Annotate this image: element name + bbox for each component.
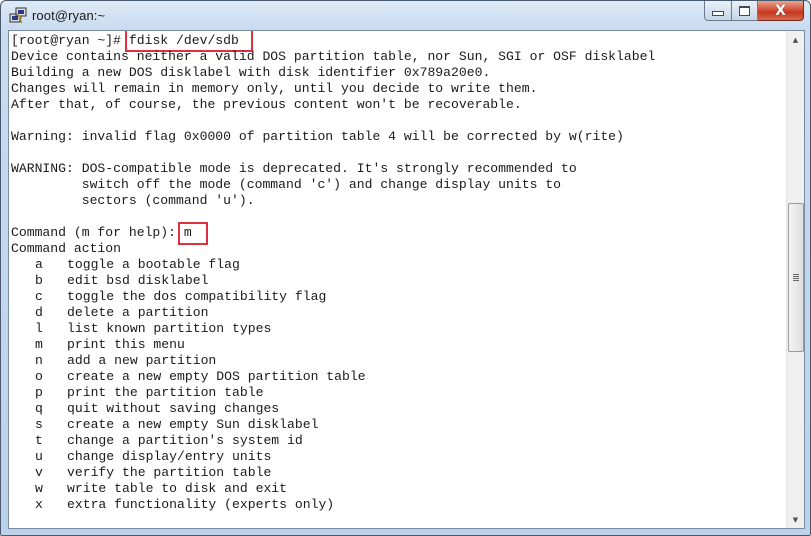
menu-description: print the partition table: [67, 385, 264, 400]
maximize-icon: [739, 5, 750, 16]
menu-item: l list known partition types: [11, 321, 271, 337]
menu-description: create a new empty Sun disklabel: [67, 417, 319, 432]
maximize-button[interactable]: [732, 1, 758, 21]
menu-key: w: [35, 481, 43, 496]
menu-key: t: [35, 433, 43, 448]
menu-key: n: [35, 353, 43, 368]
menu-description: list known partition types: [67, 321, 272, 336]
menu-item: x extra functionality (experts only): [11, 497, 334, 513]
minimize-icon: [712, 10, 724, 16]
menu-key: a: [35, 257, 43, 272]
output-line: Changes will remain in memory only, unti…: [11, 81, 538, 96]
vertical-scrollbar[interactable]: ▲ ▼: [786, 31, 804, 528]
menu-description: change a partition's system id: [67, 433, 303, 448]
menu-item: c toggle the dos compatibility flag: [11, 289, 326, 305]
window-title: root@ryan:~: [32, 8, 106, 23]
output-line: Device contains neither a valid DOS part…: [11, 49, 656, 64]
menu-item: u change display/entry units: [11, 449, 271, 465]
minimize-button[interactable]: [704, 1, 732, 21]
input-highlight-box: [178, 222, 208, 245]
menu-item: m print this menu: [11, 337, 185, 353]
menu-item: o create a new empty DOS partition table: [11, 369, 366, 385]
menu-item: n add a new partition: [11, 353, 216, 369]
menu-item: s create a new empty Sun disklabel: [11, 417, 318, 433]
menu-description: extra functionality (experts only): [67, 497, 335, 512]
output-line: Building a new DOS disklabel with disk i…: [11, 65, 491, 80]
menu-description: add a new partition: [67, 353, 217, 368]
menu-item: v verify the partition table: [11, 465, 271, 481]
menu-description: edit bsd disklabel: [67, 273, 209, 288]
menu-item: d delete a partition: [11, 305, 208, 321]
putty-icon: [9, 7, 27, 24]
scroll-down-arrow-icon[interactable]: ▼: [787, 511, 804, 528]
menu-description: print this menu: [67, 337, 185, 352]
menu-key: o: [35, 369, 43, 384]
menu-item: w write table to disk and exit: [11, 481, 287, 497]
menu-item: b edit bsd disklabel: [11, 273, 208, 289]
menu-key: b: [35, 273, 43, 288]
menu-key: p: [35, 385, 43, 400]
menu-key: s: [35, 417, 43, 432]
menu-description: create a new empty DOS partition table: [67, 369, 366, 384]
grip-icon: [793, 274, 799, 281]
menu-description: toggle a bootable flag: [67, 257, 240, 272]
menu-key: q: [35, 401, 43, 416]
menu-item: a toggle a bootable flag: [11, 257, 240, 273]
menu-key: v: [35, 465, 43, 480]
scroll-up-arrow-icon[interactable]: ▲: [787, 31, 804, 48]
fdisk-prompt: Command (m for help):: [11, 225, 184, 240]
shell-prompt: [root@ryan ~]#: [11, 33, 129, 48]
menu-key: m: [35, 337, 43, 352]
menu-description: quit without saving changes: [67, 401, 280, 416]
menu-item: t change a partition's system id: [11, 433, 303, 449]
menu-key: c: [35, 289, 43, 304]
scrollbar-thumb[interactable]: [788, 203, 804, 352]
output-line: Warning: invalid flag 0x0000 of partitio…: [11, 129, 624, 144]
menu-item: p print the partition table: [11, 385, 263, 401]
terminal-window: root@ryan:~ X [root@ryan ~]# fdisk /dev/…: [0, 0, 811, 536]
terminal-client-area: [root@ryan ~]# fdisk /dev/sdb Device con…: [8, 30, 805, 529]
menu-key: l: [35, 321, 43, 336]
menu-item: q quit without saving changes: [11, 401, 279, 417]
menu-key: u: [35, 449, 43, 464]
output-line: sectors (command 'u').: [11, 193, 255, 208]
close-button[interactable]: X: [758, 1, 804, 21]
menu-key: x: [35, 497, 43, 512]
menu-description: verify the partition table: [67, 465, 272, 480]
output-line: switch off the mode (command 'c') and ch…: [11, 177, 562, 192]
output-line: After that, of course, the previous cont…: [11, 97, 522, 112]
command-prompt-line: Command (m for help): m: [11, 225, 192, 241]
menu-description: toggle the dos compatibility flag: [67, 289, 327, 304]
menu-key: d: [35, 305, 43, 320]
menu-header: Command action: [11, 241, 122, 256]
menu-description: change display/entry units: [67, 449, 272, 464]
menu-description: write table to disk and exit: [67, 481, 288, 496]
menu-description: delete a partition: [67, 305, 209, 320]
title-bar[interactable]: root@ryan:~ X: [1, 1, 810, 31]
close-icon: X: [775, 2, 786, 19]
terminal-output[interactable]: [root@ryan ~]# fdisk /dev/sdb Device con…: [9, 31, 786, 528]
output-line: WARNING: DOS-compatible mode is deprecat…: [11, 161, 577, 176]
